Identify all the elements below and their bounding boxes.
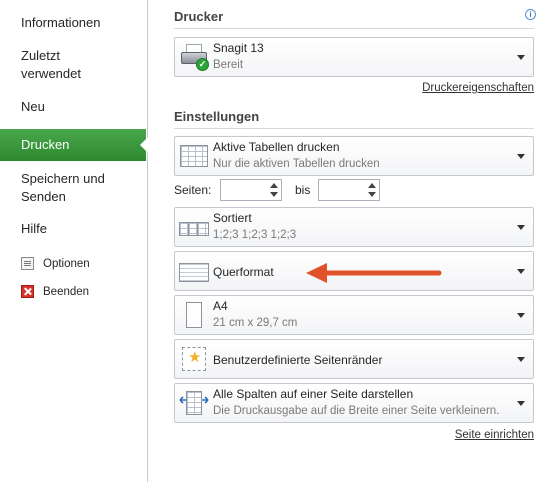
chevron-down-icon (517, 357, 525, 362)
exit-icon (21, 285, 34, 298)
nav-label-line2: Senden (21, 189, 66, 204)
nav-hilfe[interactable]: Hilfe (0, 220, 148, 238)
backstage-sidebar: Informationen Zuletzt verwendet Neu Druc… (0, 0, 148, 482)
nav-label-line2: verwendet (21, 66, 81, 81)
paper-icon (179, 300, 209, 330)
nav-label: Informationen (21, 15, 101, 30)
settings-section-title: Einstellungen (174, 109, 260, 124)
print-panel: Drucker i ✓ Snagit 13 Bereit Druckereige… (148, 0, 545, 482)
printer-status: Bereit (213, 59, 244, 71)
print-what-title: Aktive Tabellen drucken (213, 140, 340, 154)
active-sheets-icon (179, 141, 209, 171)
nav-drucken[interactable]: Drucken (0, 129, 148, 161)
scaling-dropdown[interactable]: Alle Spalten auf einer Seite darstellen … (174, 383, 534, 423)
chevron-down-icon (517, 313, 525, 318)
fit-columns-icon (179, 388, 209, 418)
nav-label-line1: Zuletzt (21, 48, 61, 63)
ready-check-icon: ✓ (196, 58, 209, 71)
nav-beenden[interactable]: Beenden (21, 285, 89, 298)
paper-size-title: A4 (213, 299, 228, 313)
nav-label: Drucken (21, 137, 70, 152)
paper-size-dropdown[interactable]: A4 21 cm x 29,7 cm (174, 295, 534, 335)
nav-optionen[interactable]: Optionen (21, 257, 90, 270)
info-icon[interactable]: i (525, 9, 536, 20)
printer-dropdown[interactable]: ✓ Snagit 13 Bereit (174, 37, 534, 77)
nav-label: Beenden (43, 285, 90, 298)
print-what-dropdown[interactable]: Aktive Tabellen drucken Nur die aktiven … (174, 136, 534, 176)
nav-label: Neu (21, 99, 45, 114)
scaling-title: Alle Spalten auf einer Seite darstellen (213, 387, 414, 401)
margins-title: Benutzerdefinierte Seitenränder (213, 353, 383, 367)
printer-properties-link[interactable]: Druckereigenschaften (422, 82, 534, 94)
scaling-subtitle: Die Druckausgabe auf die Breite einer Se… (213, 405, 500, 417)
collation-title: Sortiert (213, 211, 252, 225)
nav-neu[interactable]: Neu (0, 98, 148, 116)
chevron-down-icon (517, 269, 525, 274)
nav-speichern-senden[interactable]: Speichern und Senden (0, 170, 148, 206)
collation-dropdown[interactable]: Sortiert 1;2;3 1;2;3 1;2;3 (174, 207, 534, 247)
printer-icon: ✓ (179, 42, 209, 72)
pages-to-spinner[interactable] (318, 179, 380, 201)
page-setup-link[interactable]: Seite einrichten (455, 429, 534, 441)
pages-to-label: bis (295, 183, 311, 197)
spin-up-icon[interactable] (270, 183, 278, 188)
spin-down-icon[interactable] (368, 192, 376, 197)
chevron-down-icon (517, 225, 525, 230)
arrows-icon (179, 396, 209, 404)
annotation-arrow-icon (306, 263, 442, 283)
nav-label: Hilfe (21, 221, 48, 236)
star-icon: ★ (188, 349, 202, 366)
collated-icon (179, 212, 209, 242)
divider (174, 28, 534, 29)
spin-down-icon[interactable] (270, 192, 278, 197)
nav-label: Optionen (43, 257, 90, 270)
chevron-down-icon (517, 55, 525, 60)
orientation-title: Querformat (213, 265, 274, 279)
chevron-down-icon (517, 154, 525, 159)
pages-label: Seiten: (174, 183, 212, 197)
divider (174, 128, 534, 129)
printer-section-title: Drucker (174, 9, 224, 24)
nav-zuletzt-verwendet[interactable]: Zuletzt verwendet (0, 47, 148, 83)
spin-up-icon[interactable] (368, 183, 376, 188)
nav-label-line1: Speichern und (21, 171, 105, 186)
custom-margins-icon: ★ (179, 344, 209, 374)
collation-subtitle: 1;2;3 1;2;3 1;2;3 (213, 229, 297, 241)
paper-size-subtitle: 21 cm x 29,7 cm (213, 317, 298, 329)
nav-informationen[interactable]: Informationen (0, 14, 148, 32)
pages-from-spinner[interactable] (220, 179, 282, 201)
printer-name: Snagit 13 (213, 41, 264, 55)
landscape-icon (179, 256, 209, 286)
chevron-down-icon (517, 401, 525, 406)
margins-dropdown[interactable]: ★ Benutzerdefinierte Seitenränder (174, 339, 534, 379)
print-what-subtitle: Nur die aktiven Tabellen drucken (213, 158, 380, 170)
options-icon (21, 257, 34, 270)
